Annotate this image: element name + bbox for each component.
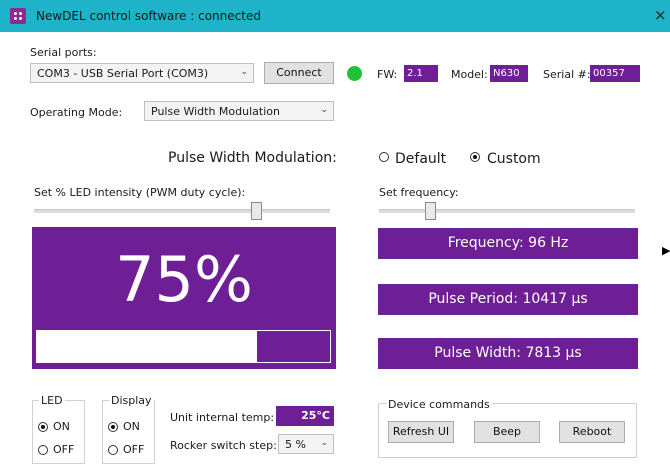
frequency-slider-track[interactable] — [379, 209, 635, 213]
connect-button[interactable]: Connect — [264, 62, 334, 84]
model-value: N630 — [490, 65, 528, 82]
frequency-label: Set frequency: — [379, 186, 459, 199]
internal-temp-value: 25°C — [276, 406, 334, 426]
serial-number-label: Serial #: — [543, 68, 591, 81]
play-arrow-icon: ▶ — [662, 244, 670, 257]
serial-port-value: COM3 - USB Serial Port (COM3) — [37, 67, 209, 80]
serial-ports-label: Serial ports: — [30, 46, 97, 59]
operating-mode-label: Operating Mode: — [30, 106, 123, 119]
display-group: Display ON OFF — [102, 394, 155, 464]
reboot-button[interactable]: Reboot — [559, 421, 625, 443]
intensity-display-panel: 75% — [32, 227, 336, 369]
display-on-radio[interactable] — [108, 422, 118, 432]
display-on-label: ON — [123, 420, 140, 433]
pulse-width-display: Pulse Width: 7813 µs — [378, 338, 638, 369]
device-commands-group: Device commands Refresh UI Beep Reboot — [378, 398, 637, 458]
default-radio-label: Default — [395, 151, 447, 167]
display-group-title: Display — [109, 394, 154, 407]
close-icon[interactable]: × — [654, 6, 670, 24]
frequency-display: Frequency: 96 Hz — [378, 228, 638, 259]
rocker-step-label: Rocker switch step: — [170, 439, 277, 452]
beep-button[interactable]: Beep — [474, 421, 540, 443]
rocker-step-value: 5 % — [285, 438, 306, 451]
window-title: NewDEL control software : connected — [36, 9, 261, 23]
display-off-radio[interactable] — [108, 445, 118, 455]
intensity-progress-fill — [37, 331, 257, 362]
operating-mode-value: Pulse Width Modulation — [151, 105, 280, 118]
operating-mode-select[interactable]: Pulse Width Modulation ⌄ — [144, 101, 334, 121]
custom-radio-label: Custom — [487, 151, 541, 167]
serial-number-value: 00357 — [590, 65, 640, 82]
led-on-radio[interactable] — [38, 422, 48, 432]
serial-port-select[interactable]: COM3 - USB Serial Port (COM3) ⌄ — [30, 63, 254, 83]
led-on-label: ON — [53, 420, 70, 433]
led-group-title: LED — [39, 394, 65, 407]
default-radio[interactable] — [379, 152, 389, 162]
app-logo-icon — [10, 8, 26, 24]
intensity-percent: 75% — [115, 243, 253, 316]
led-off-radio[interactable] — [38, 445, 48, 455]
chevron-down-icon: ⌄ — [240, 67, 248, 77]
model-label: Model: — [451, 68, 488, 81]
fw-value: 2.1 — [404, 65, 438, 82]
refresh-ui-button[interactable]: Refresh UI — [388, 421, 454, 443]
fw-label: FW: — [377, 68, 398, 81]
chevron-down-icon: ⌄ — [320, 105, 328, 115]
device-commands-title: Device commands — [386, 398, 492, 411]
intensity-progress-bar — [36, 330, 331, 363]
pulse-period-display: Pulse Period: 10417 µs — [378, 284, 638, 315]
connection-status-indicator — [347, 66, 362, 81]
led-off-label: OFF — [53, 443, 75, 456]
intensity-slider-track[interactable] — [34, 209, 330, 213]
pwm-heading: Pulse Width Modulation: — [168, 150, 337, 166]
title-bar: NewDEL control software : connected × — [0, 0, 670, 32]
internal-temp-label: Unit internal temp: — [170, 411, 275, 424]
led-group: LED ON OFF — [32, 394, 85, 464]
frequency-slider-thumb[interactable] — [425, 202, 437, 220]
intensity-label: Set % LED intensity (PWM duty cycle): — [34, 186, 246, 199]
display-off-label: OFF — [123, 443, 145, 456]
rocker-step-select[interactable]: 5 % ⌄ — [278, 434, 334, 454]
intensity-slider-thumb[interactable] — [251, 202, 262, 220]
custom-radio[interactable] — [470, 152, 480, 162]
chevron-down-icon: ⌄ — [320, 438, 328, 448]
